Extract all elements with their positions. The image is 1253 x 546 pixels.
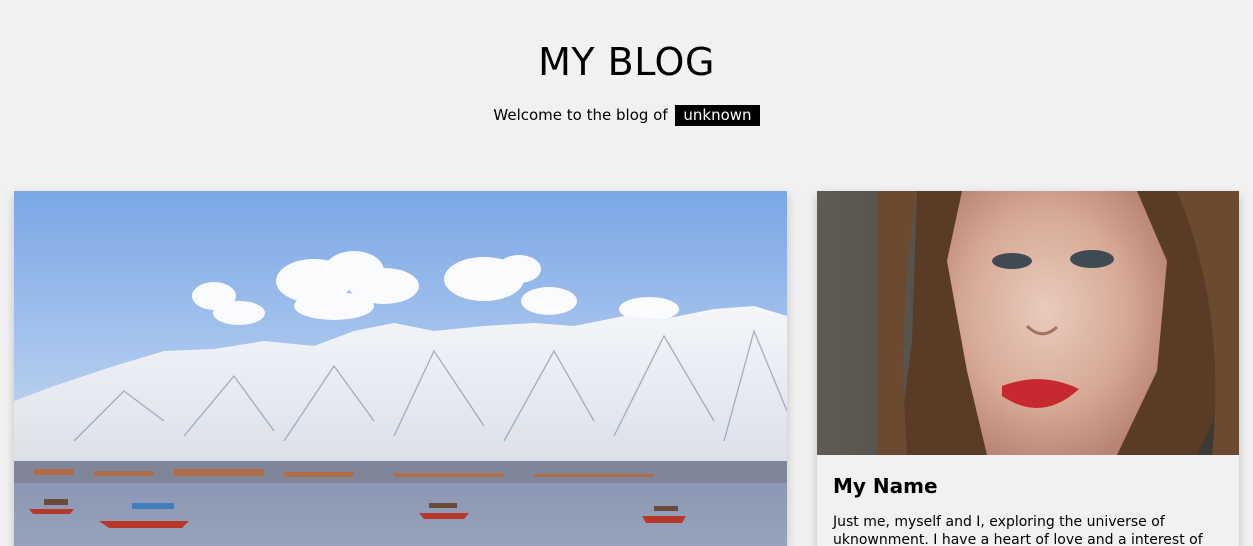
about-bio: Just me, myself and I, exploring the uni… <box>833 514 1203 546</box>
about-body: My Name Just me, myself and I, exploring… <box>817 455 1239 546</box>
about-card: My Name Just me, myself and I, exploring… <box>817 191 1239 546</box>
about-name: My Name <box>833 474 938 498</box>
author-badge: unknown <box>675 105 760 126</box>
profile-photo <box>817 191 1239 455</box>
page-title: MY BLOG <box>538 40 715 84</box>
tagline-text: Welcome to the blog of <box>493 106 668 124</box>
post-card <box>14 191 787 546</box>
tagline: Welcome to the blog of unknown <box>0 104 1253 126</box>
post-image <box>14 191 787 546</box>
